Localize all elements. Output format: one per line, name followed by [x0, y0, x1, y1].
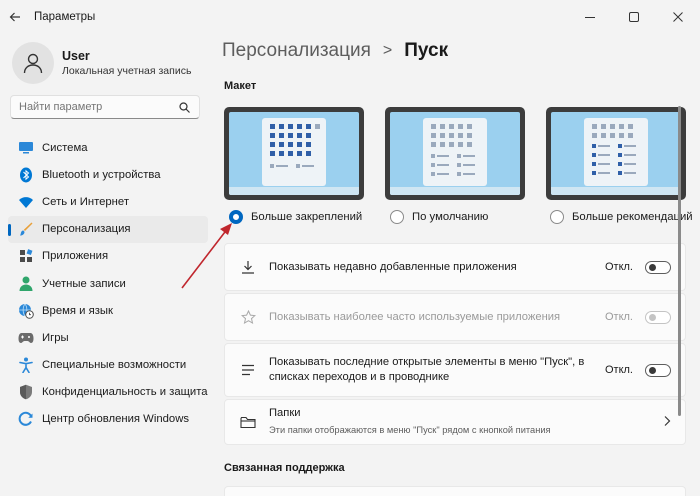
- star-icon: [239, 308, 257, 326]
- nav-list: Система Bluetooth и устройства Сеть и Ин…: [8, 134, 208, 433]
- system-icon: [18, 140, 34, 156]
- download-icon: [239, 258, 257, 276]
- chevron-right-icon: [663, 414, 671, 430]
- start-menu-preview: [262, 118, 326, 186]
- radio-label: По умолчанию: [412, 211, 489, 223]
- setting-row-folders[interactable]: Папки Эти папки отображаются в меню "Пус…: [224, 399, 686, 445]
- breadcrumb: Персонализация > Пуск: [222, 40, 448, 62]
- sidebar: User Локальная учетная запись Система Bl…: [0, 34, 212, 496]
- radio-more-pins[interactable]: Больше закреплений: [229, 210, 362, 224]
- apps-icon: [18, 248, 34, 264]
- sidebar-item-label: Персонализация: [42, 223, 131, 236]
- user-icon: [23, 53, 43, 74]
- window-title: Параметры: [34, 11, 96, 23]
- search-input[interactable]: [19, 101, 177, 113]
- accessibility-icon: [18, 357, 34, 374]
- account-icon: [18, 276, 34, 292]
- back-arrow-icon: [9, 12, 20, 22]
- setting-description: Эти папки отображаются в меню "Пуск" ряд…: [269, 425, 551, 435]
- bluetooth-icon: [18, 167, 34, 183]
- radio-button[interactable]: [390, 210, 404, 224]
- update-icon: [18, 411, 34, 427]
- radio-button[interactable]: [550, 210, 564, 224]
- radio-label: Больше рекомендаций: [572, 211, 693, 223]
- search-icon[interactable]: [177, 100, 191, 114]
- sidebar-item-label: Специальные возможности: [42, 359, 187, 372]
- sidebar-item-system[interactable]: Система: [8, 134, 208, 161]
- sidebar-item-network[interactable]: Сеть и Интернет: [8, 188, 208, 215]
- sidebar-item-accessibility[interactable]: Специальные возможности: [8, 352, 208, 379]
- sidebar-item-windows-update[interactable]: Центр обновления Windows: [8, 406, 208, 433]
- sidebar-item-label: Время и язык: [42, 304, 113, 317]
- close-icon: [673, 12, 683, 22]
- search-box[interactable]: [10, 95, 200, 119]
- toggle-state: Откл.: [604, 364, 633, 376]
- setting-label: Показывать наиболее часто используемые п…: [269, 310, 561, 323]
- sidebar-item-bluetooth[interactable]: Bluetooth и устройства: [8, 161, 208, 188]
- scrollbar[interactable]: [678, 106, 681, 416]
- sidebar-item-label: Центр обновления Windows: [42, 413, 189, 426]
- globe-clock-icon: [18, 303, 34, 319]
- radio-label: Больше закреплений: [251, 211, 363, 223]
- avatar: [12, 42, 54, 84]
- gamepad-icon: [18, 330, 34, 346]
- sidebar-item-label: Игры: [42, 331, 69, 344]
- minimize-icon: [585, 17, 595, 18]
- related-support-panel[interactable]: [224, 486, 686, 496]
- sidebar-item-label: Конфиденциальность и защита: [42, 386, 208, 399]
- sidebar-item-personalization[interactable]: Персонализация: [8, 215, 208, 243]
- brush-icon: [18, 221, 34, 237]
- setting-label: Показывать недавно добавленные приложени…: [269, 260, 517, 273]
- shield-icon: [18, 384, 34, 400]
- window-controls: [568, 0, 700, 34]
- related-support-label: Связанная поддержка: [224, 462, 345, 474]
- user-profile[interactable]: User Локальная учетная запись: [12, 42, 191, 84]
- radio-default[interactable]: По умолчанию: [390, 210, 488, 224]
- close-button[interactable]: [656, 0, 700, 34]
- layout-section-label: Макет: [224, 80, 257, 92]
- title-bar: Параметры: [0, 0, 700, 34]
- toggle-switch: [645, 310, 671, 324]
- layout-preview-more-recommendations[interactable]: [546, 107, 686, 200]
- setting-row-most-used: Показывать наиболее часто используемые п…: [224, 293, 686, 341]
- radio-button-selected[interactable]: [229, 210, 243, 224]
- toggle-state: Откл.: [604, 261, 633, 273]
- sidebar-item-privacy[interactable]: Конфиденциальность и защита: [8, 379, 208, 406]
- setting-row-recently-added[interactable]: Показывать недавно добавленные приложени…: [224, 243, 686, 291]
- layout-preview-default[interactable]: [385, 107, 525, 200]
- toggle-switch[interactable]: [645, 260, 671, 274]
- sidebar-item-label: Система: [42, 141, 88, 154]
- setting-label: Папки: [269, 407, 301, 419]
- list-icon: [239, 361, 257, 379]
- user-name: User: [62, 49, 90, 63]
- minimize-button[interactable]: [568, 0, 612, 34]
- maximize-button[interactable]: [612, 0, 656, 34]
- sidebar-item-apps[interactable]: Приложения: [8, 243, 208, 270]
- breadcrumb-separator: >: [382, 42, 393, 59]
- start-menu-preview: [584, 118, 648, 186]
- sidebar-item-accounts[interactable]: Учетные записи: [8, 270, 208, 297]
- folder-icon: [239, 413, 257, 431]
- toggle-switch[interactable]: [645, 363, 671, 377]
- account-type: Локальная учетная запись: [62, 65, 192, 77]
- radio-more-recommendations[interactable]: Больше рекомендаций: [550, 210, 693, 224]
- sidebar-item-label: Учетные записи: [42, 277, 126, 290]
- wifi-icon: [18, 194, 34, 210]
- sidebar-item-label: Сеть и Интернет: [42, 195, 130, 208]
- setting-label: Показывать последние открытые элементы в…: [269, 356, 585, 383]
- toggle-state: Откл.: [604, 311, 633, 323]
- layout-preview-more-pins[interactable]: [224, 107, 364, 200]
- maximize-icon: [629, 12, 639, 22]
- main-content: Персонализация > Пуск Макет Больше закре…: [222, 34, 693, 496]
- setting-row-recent-items[interactable]: Показывать последние открытые элементы в…: [224, 343, 686, 397]
- sidebar-item-time-language[interactable]: Время и язык: [8, 297, 208, 324]
- page-title: Пуск: [404, 40, 449, 61]
- sidebar-item-label: Bluetooth и устройства: [42, 168, 161, 181]
- back-button[interactable]: [0, 0, 30, 34]
- start-menu-preview: [423, 118, 487, 186]
- sidebar-item-label: Приложения: [42, 250, 109, 263]
- breadcrumb-parent[interactable]: Персонализация: [222, 40, 371, 62]
- sidebar-item-gaming[interactable]: Игры: [8, 324, 208, 351]
